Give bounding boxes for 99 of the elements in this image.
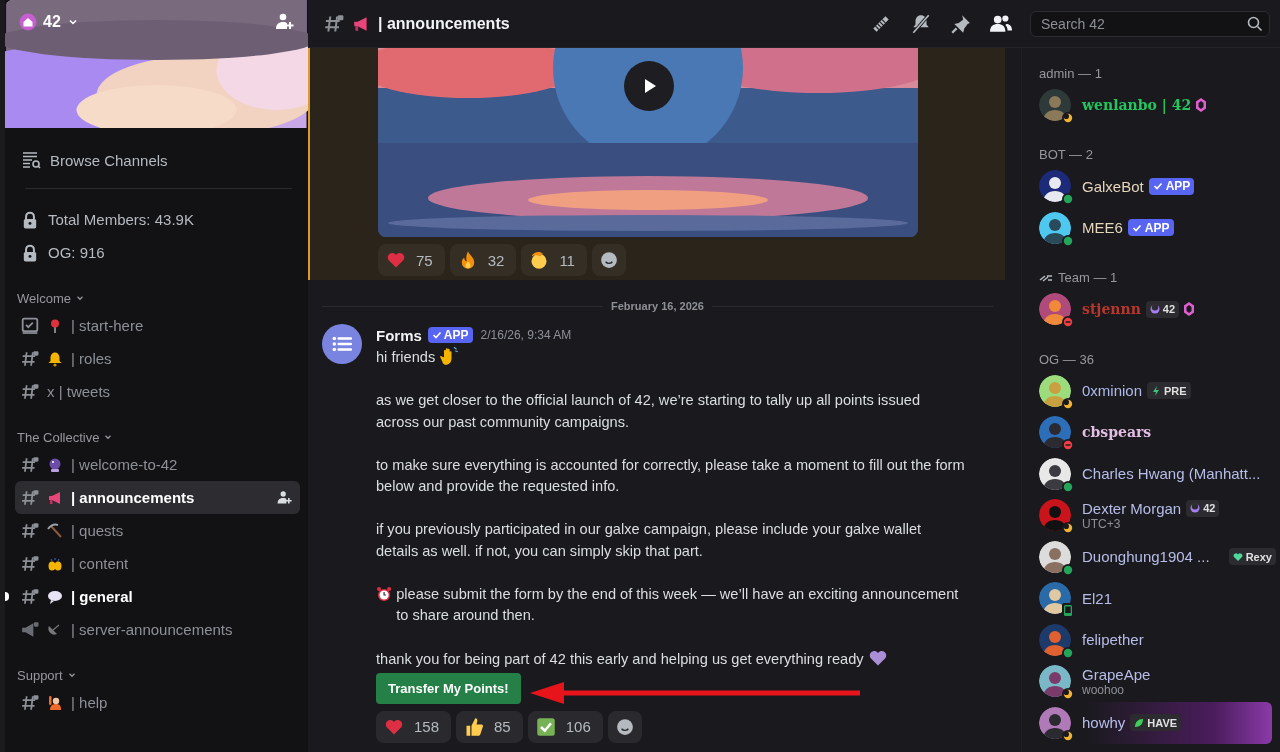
server-icon — [19, 13, 37, 31]
bot-avatar[interactable] — [322, 324, 362, 364]
smiley-icon — [615, 717, 634, 736]
member-group-heading: admin — 1 — [1039, 65, 1102, 81]
browse-channels-icon — [21, 150, 41, 170]
member-list-icon[interactable] — [990, 12, 1012, 35]
date-divider: February 16, 2026 — [611, 300, 704, 312]
message-text: as we get closer to the official launch of 42, we’re starting to tally up all points issued across our past community campaigns. — [376, 392, 921, 430]
lightning-icon — [1151, 385, 1162, 396]
channel-item[interactable]: | start-here — [15, 309, 300, 342]
browse-channels-link[interactable]: Browse Channels — [50, 151, 168, 169]
member-tag: Rexy — [1228, 548, 1276, 566]
member-name: 0xminion — [1082, 382, 1143, 400]
member-item[interactable]: MEE6 APP — [1039, 207, 1272, 249]
member-stat: OG: 916 — [48, 244, 105, 261]
member-tag: 42 — [1186, 499, 1220, 517]
member-name: GrapeApe — [1082, 665, 1151, 683]
message-text: please submit the form by the end of this week — we’ll have an exciting announcement to share around then. — [396, 584, 960, 625]
member-name: wenlanbo | 42 — [1082, 96, 1192, 113]
member-status-text: UTC+3 — [1082, 516, 1122, 531]
channel-item[interactable]: | welcome-to-42 — [15, 448, 300, 481]
member-item[interactable]: wenlanbo | 42 — [1039, 84, 1272, 126]
member-name: stjennn — [1082, 301, 1141, 318]
notification-muted-icon[interactable] — [910, 12, 932, 35]
channel-item[interactable]: | content — [15, 547, 300, 580]
moon-icon — [1190, 503, 1201, 514]
member-name: Dexter Morgan — [1082, 499, 1182, 517]
channel-title: | announcements — [378, 14, 510, 33]
member-item[interactable]: Dexter Morgan 42 UTC+3 — [1039, 494, 1272, 536]
member-group-heading: OG — 36 — [1039, 351, 1094, 367]
member-name: cbspears — [1082, 424, 1152, 441]
timestamp: 2/16/26, 9:34 AM — [480, 328, 572, 342]
category-name[interactable]: The Collective — [17, 429, 100, 445]
member-name: howhy — [1082, 714, 1126, 732]
category-name[interactable]: Welcome — [17, 290, 71, 306]
lock-icon — [21, 243, 39, 262]
member-name: felipether — [1082, 631, 1144, 649]
lock-icon — [21, 210, 39, 229]
check-icon — [1131, 222, 1142, 233]
leaf-icon — [1134, 717, 1145, 728]
heart-icon — [1232, 551, 1243, 562]
member-item[interactable]: felipether — [1039, 619, 1272, 661]
reaction-button[interactable]: 11 — [521, 244, 587, 276]
check-icon — [1152, 181, 1163, 192]
unread-indicator — [5, 592, 9, 601]
category-name[interactable]: Support — [17, 667, 63, 683]
message-text: thank you for being part of 42 this early and helping us get everything ready — [376, 651, 864, 667]
member-group-heading: Team — 1 — [1058, 270, 1118, 285]
invite-people-icon[interactable] — [276, 489, 292, 506]
author-name[interactable]: Forms — [376, 326, 422, 344]
member-item[interactable]: stjennn 42 — [1039, 288, 1272, 330]
message-text: hi friends — [376, 349, 436, 365]
member-stat: Total Members: 43.9K — [48, 211, 194, 228]
member-item[interactable]: cbspears — [1039, 411, 1272, 453]
member-group-heading: BOT — 2 — [1039, 147, 1093, 162]
message-text: to make sure everything is accounted for correctly, please take a moment to fill out the form below and provide the requested info. — [376, 456, 965, 494]
channel-item[interactable]: | general — [15, 580, 300, 613]
moon-icon — [1149, 304, 1160, 315]
reaction-button[interactable]: 106 — [527, 710, 603, 743]
member-tag: APP — [1148, 177, 1195, 195]
member-item[interactable]: howhy HAVE — [1039, 702, 1272, 744]
app-label: APP — [443, 328, 469, 342]
search-icon[interactable] — [1247, 15, 1263, 32]
search-box[interactable]: Search 42 — [1030, 10, 1270, 37]
reaction-button[interactable]: 32 — [449, 244, 517, 276]
smiley-icon — [599, 251, 618, 269]
add-reaction-button[interactable] — [607, 710, 642, 743]
reaction-button[interactable]: 85 — [456, 710, 523, 743]
member-status-text: woohoo — [1082, 682, 1125, 697]
channel-item[interactable]: x | tweets — [15, 375, 300, 408]
member-name: MEE6 — [1082, 219, 1123, 237]
message-text: if you previously participated in our galxe campaign, please include your galxe wallet details as well. if not, you can simply skip that part. — [376, 521, 922, 559]
channel-item[interactable]: | announcements — [15, 481, 300, 514]
transfer-points-button[interactable]: Transfer My Points! — [376, 672, 521, 704]
member-item[interactable]: GalxeBot APP — [1039, 165, 1272, 207]
server-name[interactable]: 42 — [43, 13, 61, 31]
check-icon — [431, 330, 442, 340]
invite-people-icon[interactable] — [274, 12, 294, 32]
member-item[interactable]: GrapeApe woohoo — [1039, 660, 1272, 702]
add-reaction-button[interactable] — [591, 244, 626, 276]
member-name: Duonghung1904 ... — [1082, 548, 1210, 566]
member-item[interactable]: El21 — [1039, 577, 1272, 619]
member-tag: HAVE — [1130, 714, 1182, 732]
search-field[interactable]: Search 42 — [1039, 14, 1247, 33]
channel-item[interactable]: | help — [15, 686, 300, 719]
reaction-button[interactable]: 158 — [376, 710, 452, 743]
reaction-button[interactable]: 75 — [378, 244, 445, 276]
channel-item[interactable]: | roles — [15, 342, 300, 375]
member-item[interactable]: Charles Hwang (Manhatt... — [1039, 453, 1272, 495]
channel-item[interactable]: | quests — [15, 514, 300, 547]
member-tag: 42 — [1145, 300, 1180, 318]
member-name: El21 — [1082, 589, 1113, 607]
hashtag-lock-icon — [324, 13, 344, 34]
channel-item[interactable]: | server-announcements — [15, 613, 300, 646]
member-name: Charles Hwang (Manhatt... — [1082, 465, 1261, 483]
member-tag: PRE — [1147, 382, 1191, 400]
member-tag: APP — [1127, 219, 1174, 237]
member-name: GalxeBot — [1082, 177, 1144, 195]
member-item[interactable]: 0xminion PRE — [1039, 370, 1272, 412]
